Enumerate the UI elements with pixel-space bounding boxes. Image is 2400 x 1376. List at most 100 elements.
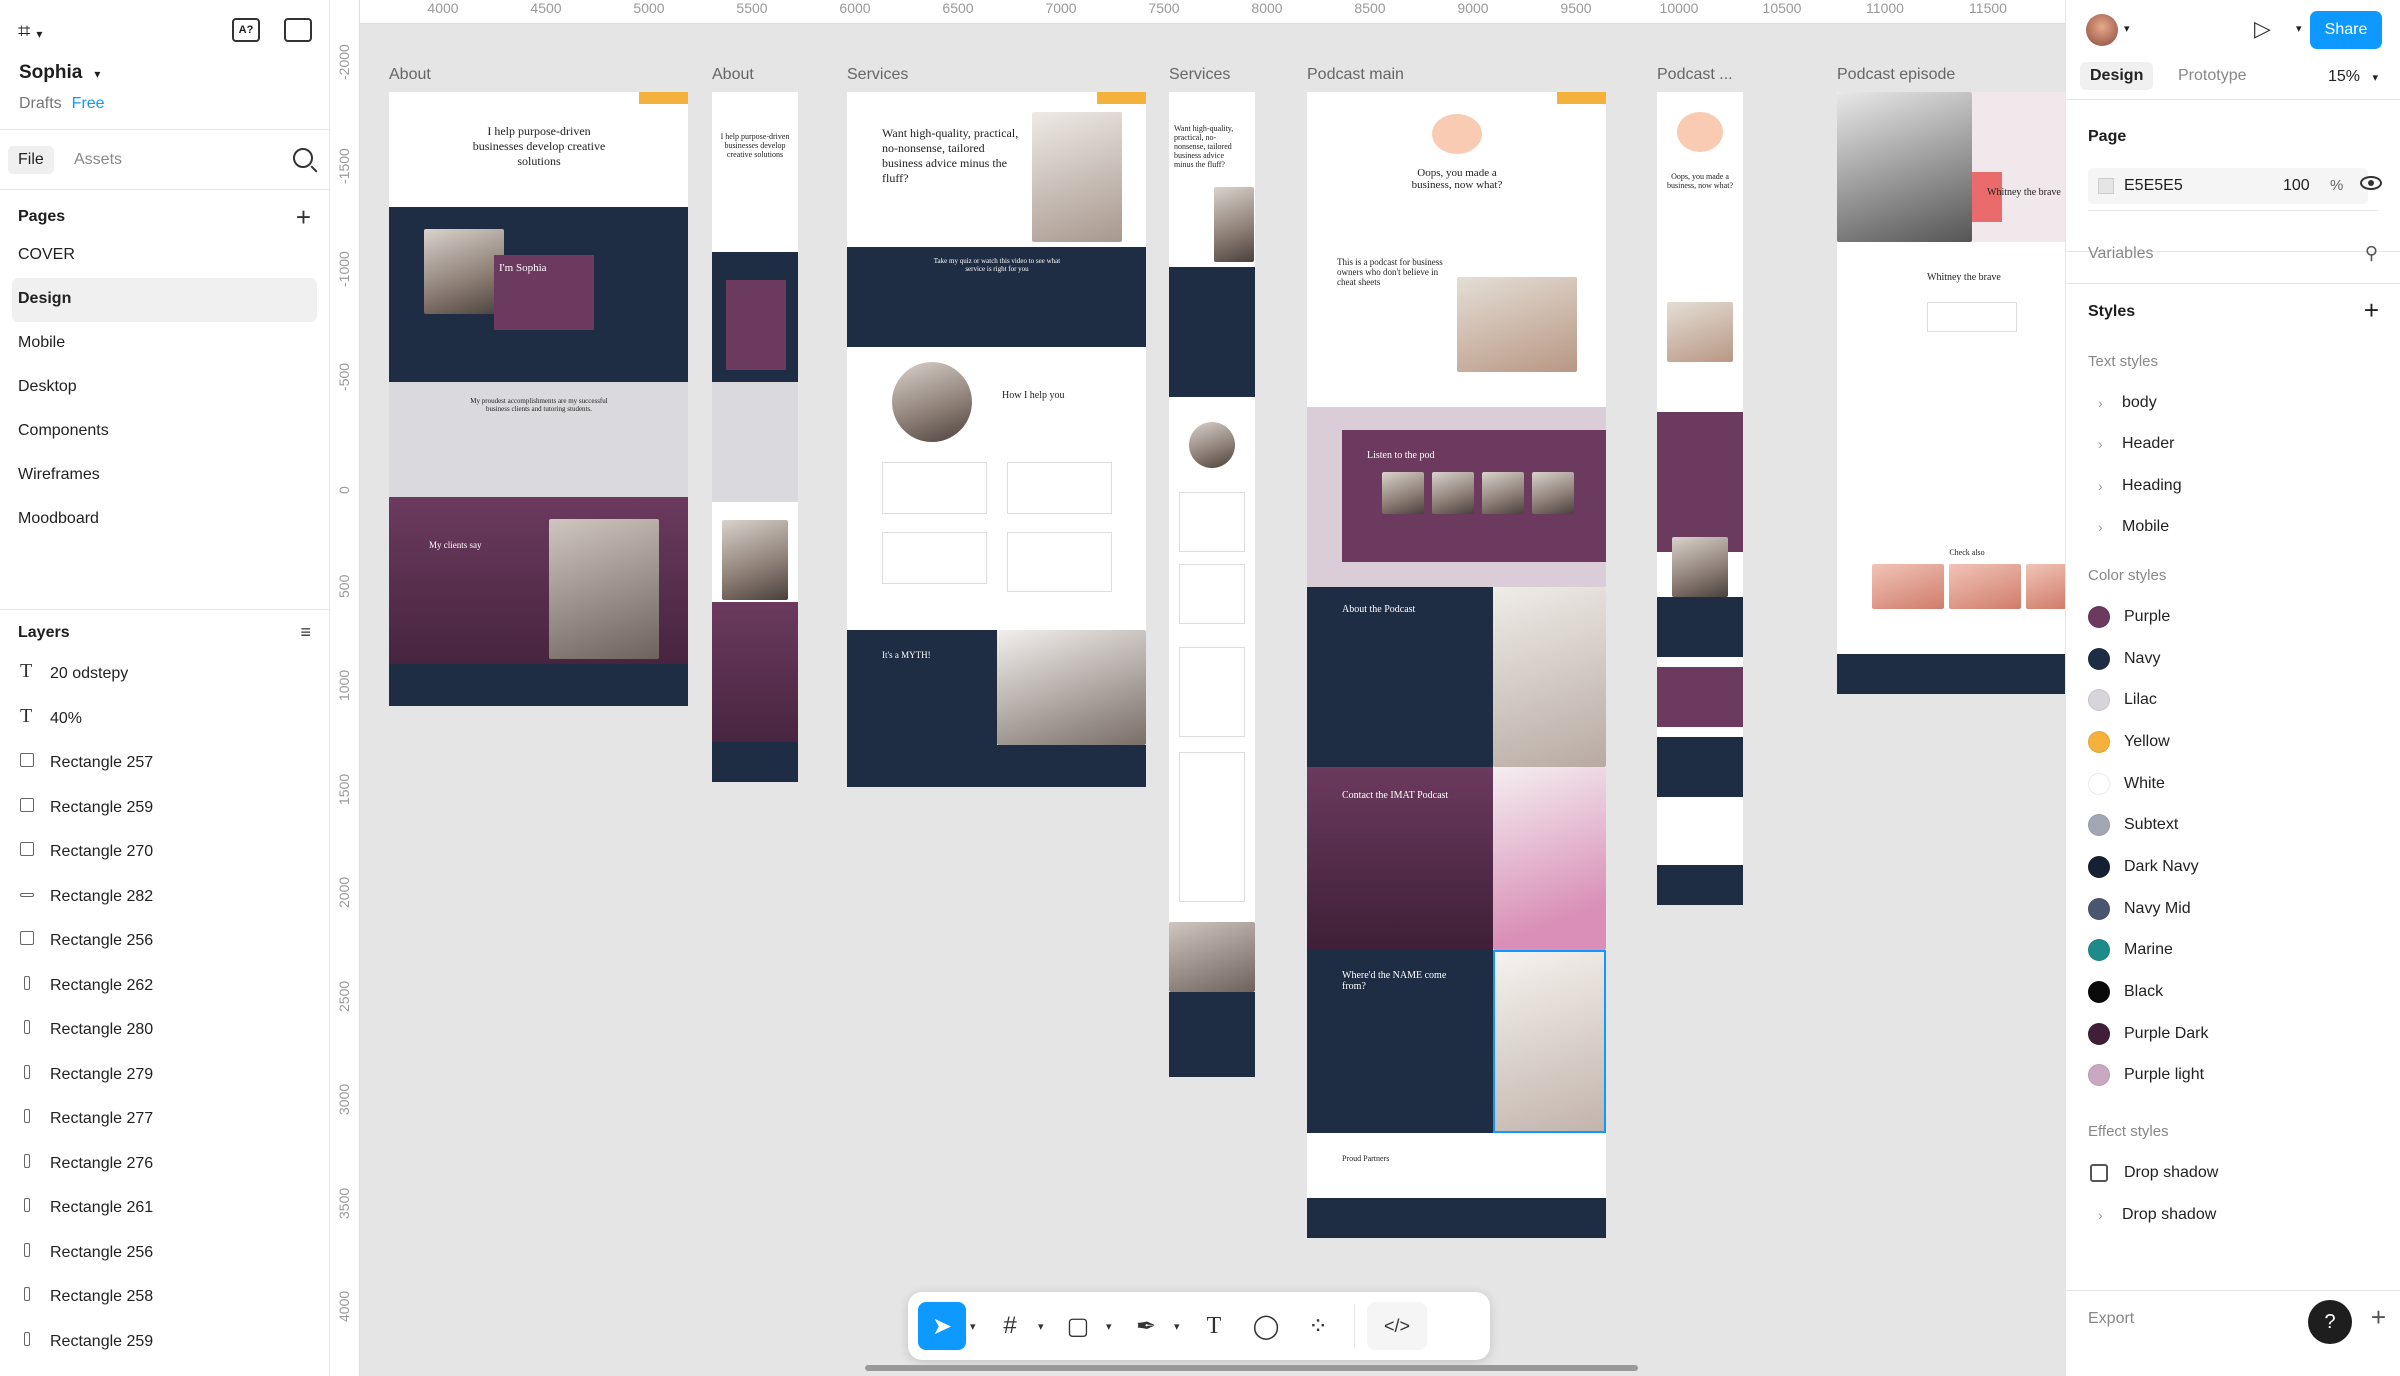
color-style-item[interactable]: White [2066,763,2400,805]
text-tool-icon[interactable]: T [1190,1302,1238,1350]
layer-item[interactable]: Rectangle 270 [0,830,329,875]
chevron-right-icon[interactable]: › [2088,436,2122,452]
page-item-cover[interactable]: COVER [12,234,317,278]
layer-item[interactable]: Rectangle 282 [0,875,329,920]
main-menu-icon[interactable]: ⌗ ▾ [18,18,42,44]
layer-item[interactable]: Rectangle 257 [0,741,329,786]
color-style-item[interactable]: Marine [2066,930,2400,972]
color-style-item[interactable]: Black [2066,971,2400,1013]
color-style-item[interactable]: Lilac [2066,679,2400,721]
dev-mode-icon[interactable]: </> [1367,1302,1427,1350]
color-style-item[interactable]: Purple [2066,596,2400,638]
comment-tool-icon[interactable]: ◯ [1242,1302,1290,1350]
help-button[interactable]: ? [2308,1300,2352,1344]
chevron-down-icon[interactable]: ▾ [1106,1320,1118,1333]
effect-style-item[interactable]: › Drop shadow [2066,1194,2400,1236]
color-style-item[interactable]: Navy [2066,638,2400,680]
collapse-layers-icon[interactable]: ≡ [300,622,311,643]
frame-label-podcast-episode[interactable]: Podcast episode [1837,66,1955,84]
layer-item[interactable]: Rectangle 259 [0,1320,329,1365]
add-export-icon[interactable]: + [2371,1302,2386,1333]
layer-item[interactable]: Rectangle 277 [0,1097,329,1142]
page-color-hex[interactable]: E5E5E5 [2124,177,2183,195]
page-item-mobile[interactable]: Mobile [12,322,317,366]
frame-label-services-mobile[interactable]: Services [1169,66,1230,84]
color-style-item[interactable]: Yellow [2066,721,2400,763]
actions-tool-icon[interactable]: ⁘ [1294,1302,1342,1350]
plan-badge[interactable]: Free [72,95,105,112]
text-style-item[interactable]: › body [2066,382,2400,424]
layer-item[interactable]: T 20 odstepy [0,652,329,697]
sidebar-toggle-icon[interactable] [284,18,312,42]
layer-item[interactable]: Rectangle 256 [0,1231,329,1276]
page-opacity-value[interactable]: 100 [2283,177,2310,195]
horizontal-scrollbar[interactable] [865,1365,1638,1371]
frame-about-mobile[interactable]: I help purpose-driven businesses develop… [712,92,798,782]
layer-item[interactable]: Rectangle 260 [0,1364,329,1376]
zoom-level[interactable]: 15% ▾ [2328,68,2378,86]
chevron-right-icon[interactable]: › [2088,1207,2122,1223]
present-icon[interactable]: ▷ [2254,16,2271,42]
frame-label-podcast-mobile[interactable]: Podcast ... [1657,66,1733,84]
variables-icon[interactable]: ⚲ [2365,243,2378,264]
text-style-item[interactable]: › Header [2066,424,2400,466]
avatar[interactable] [2086,14,2118,46]
text-style-item[interactable]: › Mobile [2066,507,2400,549]
add-style-icon[interactable]: + [2364,295,2379,326]
page-item-wireframes[interactable]: Wireframes [12,454,317,498]
pen-tool-icon[interactable]: ✒ [1122,1302,1170,1350]
page-item-desktop[interactable]: Desktop [12,366,317,410]
color-style-item[interactable]: Navy Mid [2066,888,2400,930]
layer-item[interactable]: Rectangle 276 [0,1142,329,1187]
layer-item[interactable]: Rectangle 256 [0,919,329,964]
page-color-swatch[interactable] [2098,178,2114,194]
frame-tool-icon[interactable]: # [986,1302,1034,1350]
frame-label-services[interactable]: Services [847,66,908,84]
move-tool-icon[interactable]: ➤ [918,1302,966,1350]
text-style-item[interactable]: › Heading [2066,465,2400,507]
chevron-right-icon[interactable]: › [2088,519,2122,535]
layer-item[interactable]: Rectangle 261 [0,1186,329,1231]
visibility-icon[interactable] [2360,176,2382,190]
chevron-down-icon[interactable]: ▾ [2124,22,2130,35]
tab-design[interactable]: Design [2080,62,2154,90]
color-style-item[interactable]: Dark Navy [2066,846,2400,888]
effect-style-item[interactable]: Drop shadow [2066,1152,2400,1194]
export-label[interactable]: Export [2088,1310,2134,1328]
frame-services-mobile[interactable]: Want high-quality, practical, no-nonsens… [1169,92,1255,1077]
frame-label-about[interactable]: About [389,66,431,84]
layer-item[interactable]: Rectangle 279 [0,1053,329,1098]
chevron-down-icon[interactable]: ▾ [970,1320,982,1333]
frame-about-desktop[interactable]: I help purpose-driven businesses develop… [389,92,688,706]
chevron-down-icon[interactable]: ▾ [1174,1320,1186,1333]
tab-file[interactable]: File [8,146,54,174]
chevron-down-icon[interactable]: ▾ [1038,1320,1050,1333]
frame-podcast-mobile[interactable]: Oops, you made a business, now what? [1657,92,1743,905]
layer-item[interactable]: T 40% [0,697,329,742]
frame-label-about-mobile[interactable]: About [712,66,754,84]
page-item-components[interactable]: Components [12,410,317,454]
font-icon[interactable]: A? [232,18,260,42]
chevron-right-icon[interactable]: › [2088,478,2122,494]
project-name[interactable]: Sophia ▾ [19,62,100,84]
tab-assets[interactable]: Assets [64,146,132,174]
frame-label-podcast-main[interactable]: Podcast main [1307,66,1404,84]
color-style-item[interactable]: Subtext [2066,804,2400,846]
frame-services-desktop[interactable]: Want high-quality, practical, no-nonsens… [847,92,1146,787]
chevron-down-icon[interactable]: ▾ [2296,22,2302,35]
layer-item[interactable]: Rectangle 258 [0,1275,329,1320]
page-item-design[interactable]: Design [12,278,317,322]
layer-item[interactable]: Rectangle 262 [0,964,329,1009]
add-page-icon[interactable]: + [296,202,311,233]
color-style-item[interactable]: Purple light [2066,1055,2400,1097]
page-color-input[interactable]: E5E5E5 100 % [2088,168,2368,204]
rectangle-tool-icon[interactable]: ▢ [1054,1302,1102,1350]
share-button[interactable]: Share [2310,11,2382,49]
variables-label[interactable]: Variables [2088,245,2154,263]
tab-prototype[interactable]: Prototype [2168,62,2256,90]
chevron-right-icon[interactable]: › [2088,395,2122,411]
color-style-item[interactable]: Purple Dark [2066,1013,2400,1055]
page-item-moodboard[interactable]: Moodboard [12,498,317,542]
canvas[interactable]: -2000 -1500 -1000 -500 0 500 1000 1500 2000 2500 3… [330,0,2065,1376]
layer-item[interactable]: Rectangle 259 [0,786,329,831]
